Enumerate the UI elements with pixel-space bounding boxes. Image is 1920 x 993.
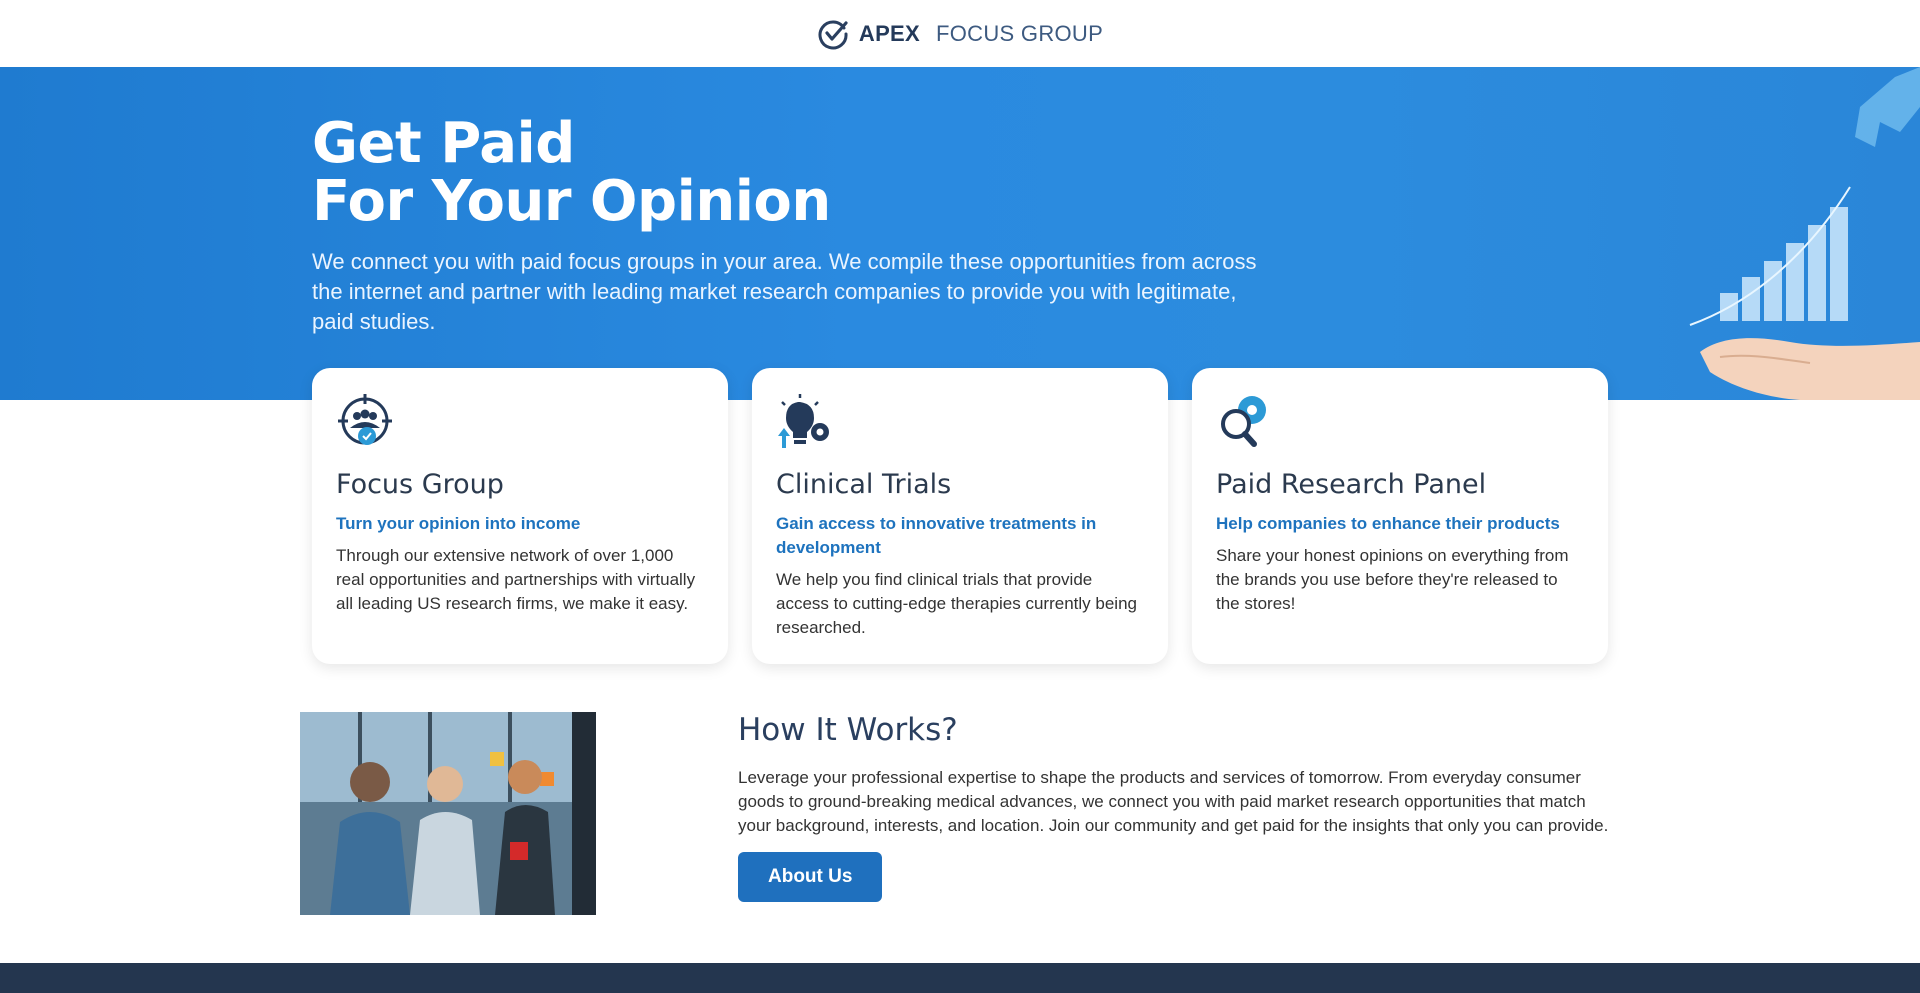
- search-gear-icon: [1221, 396, 1266, 447]
- card-focus-group[interactable]: Focus Group Turn your opinion into incom…: [312, 368, 728, 664]
- how-it-works-section: How It Works? Leverage your professional…: [738, 712, 1618, 902]
- about-us-button[interactable]: About Us: [738, 852, 883, 902]
- site-logo[interactable]: APEX FOCUS GROUP: [817, 18, 1103, 50]
- hero-section: Get Paid For Your Opinion We connect you…: [0, 67, 1920, 400]
- growth-chart-hand-illustration: [1689, 67, 1920, 400]
- card-text: We help you find clinical trials that pr…: [776, 570, 1137, 637]
- hero-title-line1: Get Paid: [312, 111, 575, 176]
- hero-title-line2: For Your Opinion: [312, 169, 831, 234]
- card-title: Paid Research Panel: [1216, 469, 1487, 500]
- card-subtitle: Help companies to enhance their products: [1216, 514, 1560, 533]
- lightbulb-gear-icon: [778, 394, 829, 448]
- check-circle-icon: [818, 20, 848, 49]
- card-text: Through our extensive network of over 1,…: [336, 546, 696, 613]
- card-paid-research-panel[interactable]: Paid Research Panel Help companies to en…: [1192, 368, 1608, 664]
- target-group-icon: [338, 394, 392, 445]
- hero-description: We connect you with paid focus groups in…: [312, 249, 1257, 334]
- services-cards: Focus Group Turn your opinion into incom…: [312, 368, 1608, 664]
- card-subtitle: Turn your opinion into income: [336, 514, 581, 533]
- logo-text-light: FOCUS GROUP: [936, 20, 1104, 46]
- logo-text-strong: APEX: [858, 20, 920, 46]
- card-clinical-trials[interactable]: Clinical Trials Gain access to innovativ…: [752, 368, 1168, 664]
- hero-title: Get Paid For Your Opinion: [312, 115, 831, 231]
- card-title: Clinical Trials: [776, 469, 952, 500]
- how-it-works-text: Leverage your professional expertise to …: [738, 768, 1609, 835]
- top-header: APEX FOCUS GROUP: [0, 0, 1920, 67]
- card-text: Share your honest opinions on everything…: [1216, 546, 1569, 613]
- team-meeting-photo: [300, 712, 596, 915]
- card-subtitle: Gain access to innovative treatments in …: [776, 514, 1097, 557]
- how-it-works-title: How It Works?: [738, 712, 958, 748]
- team-meeting-illustration: [300, 712, 596, 915]
- footer-bar: [0, 963, 1920, 993]
- card-title: Focus Group: [336, 469, 504, 500]
